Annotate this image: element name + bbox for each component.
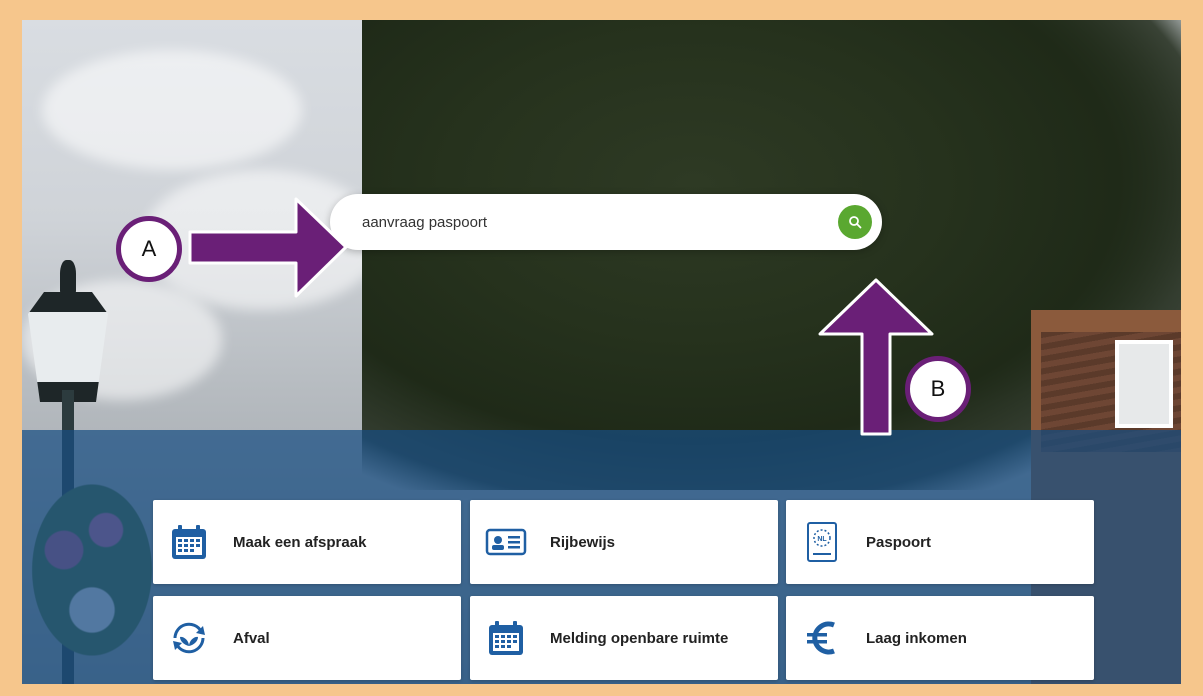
tile-melding-openbare-ruimte[interactable]: Melding openbare ruimte <box>470 596 778 680</box>
tile-afval[interactable]: Afval <box>153 596 461 680</box>
tile-label: Paspoort <box>866 533 932 551</box>
tile-rijbewijs[interactable]: Rijbewijs <box>470 500 778 584</box>
hero-background-photo <box>22 20 1181 684</box>
tile-label: Laag inkomen <box>866 629 967 647</box>
search-input[interactable] <box>360 201 838 243</box>
annotation-label-b: B <box>905 356 971 422</box>
id-card-icon <box>484 520 528 564</box>
svg-text:NL: NL <box>817 536 827 543</box>
tile-laag-inkomen[interactable]: Laag inkomen <box>786 596 1094 680</box>
tile-label: Rijbewijs <box>550 533 616 551</box>
annotation-label-b-text: B <box>930 376 946 401</box>
calendar-icon <box>167 520 211 564</box>
annotation-label-a: A <box>116 216 182 282</box>
tile-label: Melding openbare ruimte <box>550 629 729 647</box>
annotation-label-a-text: A <box>141 236 157 261</box>
recycle-icon <box>167 616 211 660</box>
tile-paspoort[interactable]: NL Paspoort <box>786 500 1094 584</box>
tile-label: Afval <box>233 629 270 647</box>
passport-icon: NL <box>800 520 844 564</box>
search-button[interactable] <box>838 205 872 239</box>
tile-label: Maak een afspraak <box>233 533 367 551</box>
search-bar <box>330 194 882 250</box>
euro-icon <box>800 616 844 660</box>
tile-maak-een-afspraak[interactable]: Maak een afspraak <box>153 500 461 584</box>
search-icon <box>849 216 862 229</box>
calendar-icon <box>484 616 528 660</box>
